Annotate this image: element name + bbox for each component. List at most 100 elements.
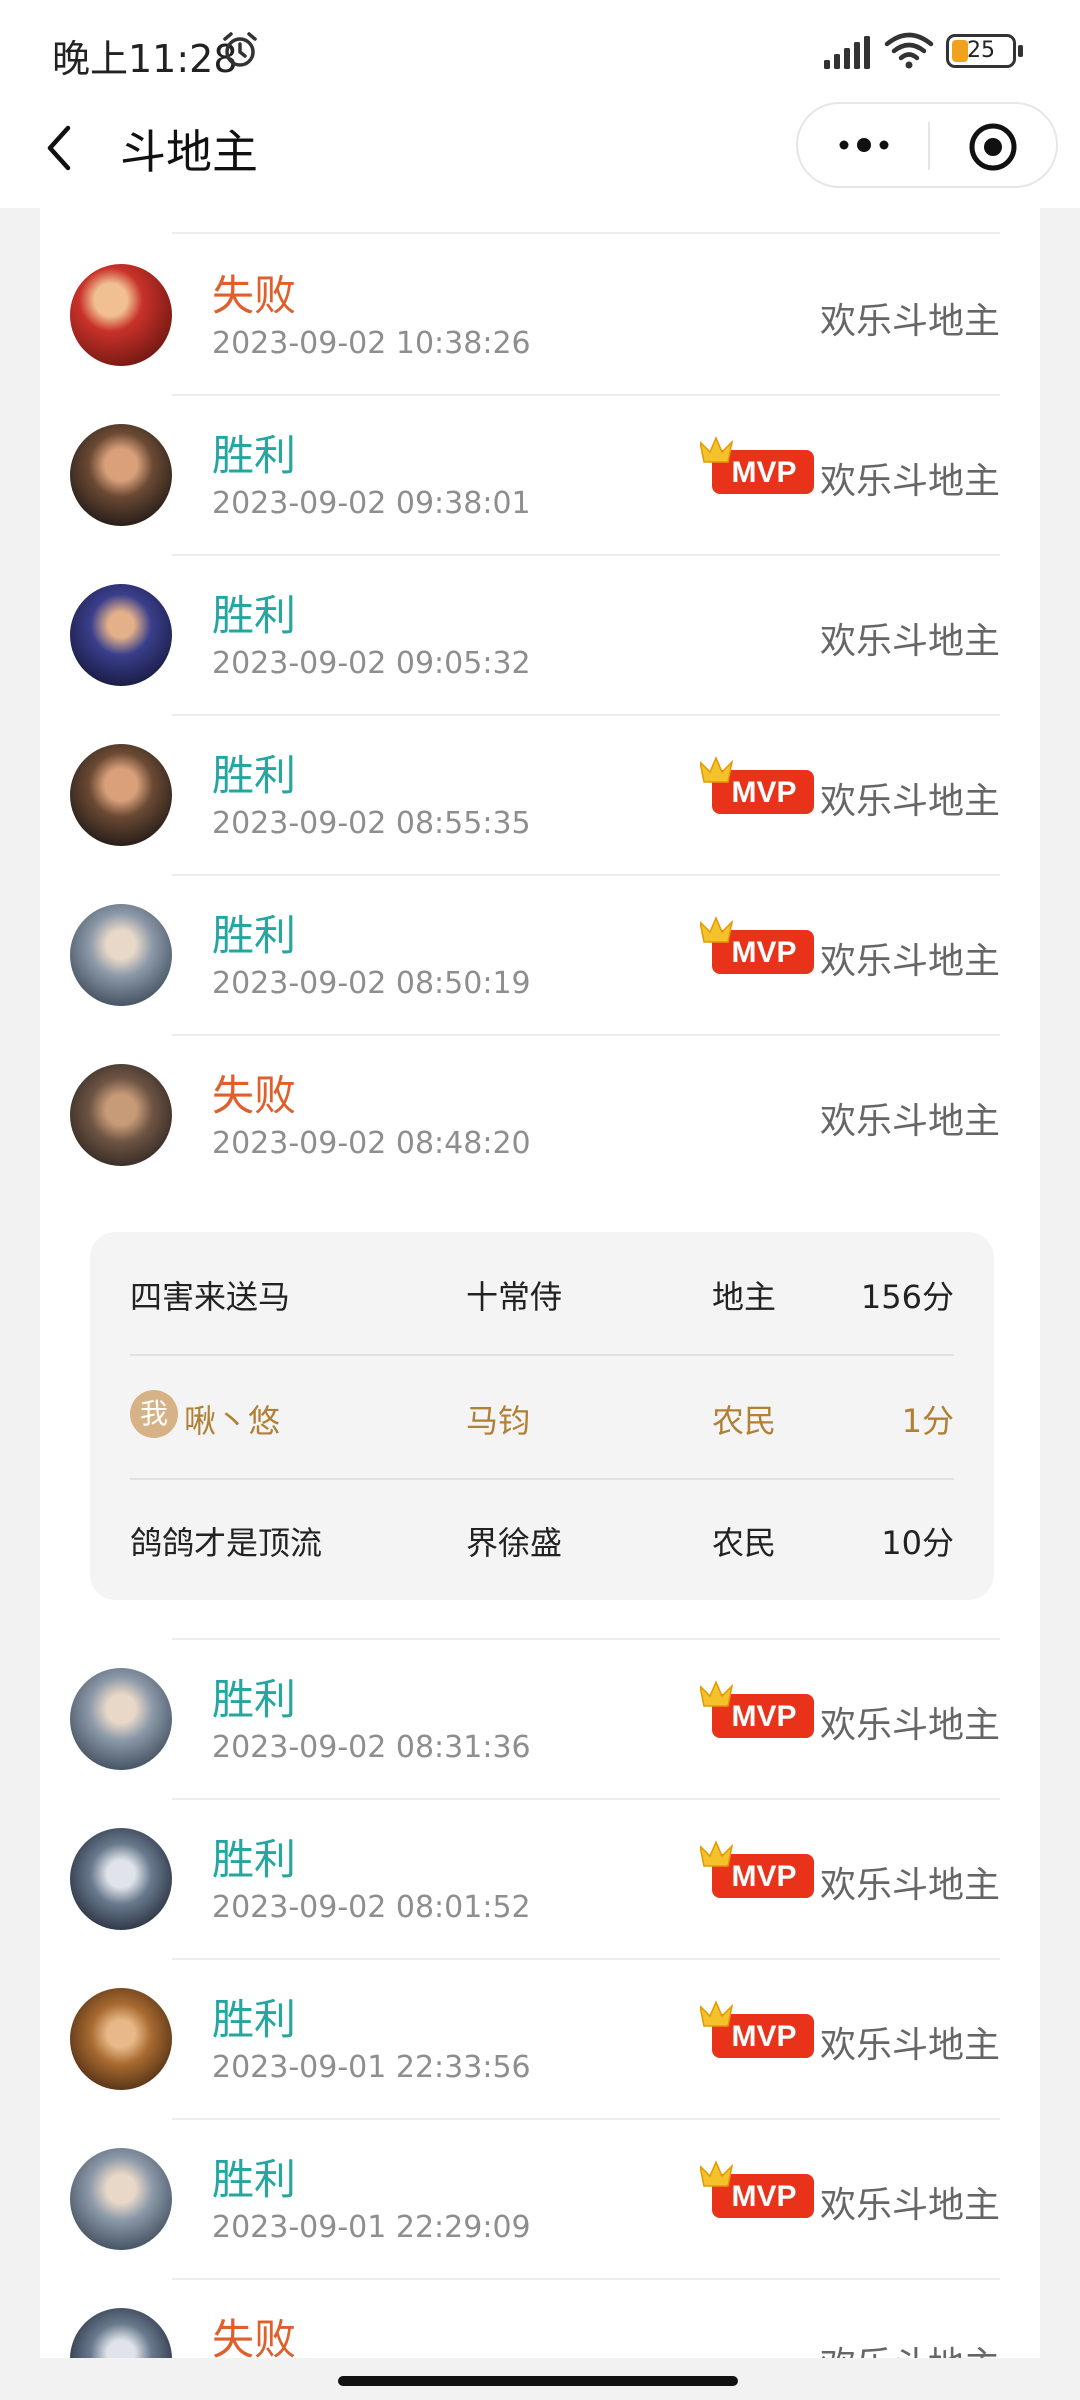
- row-divider: [172, 874, 1000, 876]
- close-miniprogram-icon[interactable]: [968, 122, 1018, 172]
- player-role: 农民: [712, 1402, 777, 1440]
- game-result: 胜利: [212, 1995, 297, 2044]
- mini-program-capsule: [796, 102, 1058, 188]
- avatar-silver-hero-icon: [70, 904, 172, 1006]
- more-options-icon[interactable]: [834, 130, 894, 160]
- mvp-label: MVP: [731, 1860, 796, 1893]
- mvp-label: MVP: [731, 456, 796, 489]
- mvp-badge-icon: MVP: [700, 1840, 814, 1898]
- game-mode: 欢乐斗地主: [819, 461, 1000, 502]
- row-divider: [172, 554, 1000, 556]
- battery-tip: [1018, 45, 1023, 57]
- row-divider: [172, 2278, 1000, 2280]
- mvp-badge-icon: MVP: [700, 436, 814, 494]
- back-arrow-icon[interactable]: [42, 122, 78, 174]
- wifi-icon: [884, 32, 934, 69]
- row-divider: [172, 1798, 1000, 1800]
- player-row: 鸽鸽才是顶流 界徐盛 农民 10分: [130, 1478, 954, 1600]
- game-time: 2023-09-02 09:05:32: [212, 646, 531, 681]
- mvp-label: MVP: [731, 776, 796, 809]
- game-record-list: 失败 2023-09-02 10:38:26 欢乐斗地主 胜利 2023-09-…: [40, 208, 1040, 2358]
- game-result: 胜利: [212, 1835, 297, 1884]
- row-divider: [172, 1638, 1000, 1640]
- game-record-row[interactable]: 胜利 2023-09-02 08:55:35 MVP 欢乐斗地主: [40, 714, 1040, 874]
- game-time: 2023-09-02 08:01:52: [212, 1890, 531, 1925]
- mvp-badge-icon: MVP: [700, 756, 814, 814]
- game-record-row[interactable]: 失败 2023-09-02 10:38:26 欢乐斗地主: [40, 234, 1040, 394]
- avatar-bearded-hero-icon: [70, 424, 172, 526]
- game-time: 2023-09-02 08:55:35: [212, 806, 531, 841]
- cellular-signal-icon: [824, 36, 870, 69]
- game-record-row[interactable]: 胜利 2023-09-02 09:05:32 欢乐斗地主: [40, 554, 1040, 714]
- player-name: 啾丶悠: [184, 1402, 281, 1440]
- game-result: 胜利: [212, 431, 297, 480]
- player-role: 农民: [712, 1524, 777, 1562]
- game-time: 2023-09-02 09:38:01: [212, 486, 531, 521]
- game-result: 失败: [212, 1071, 297, 1120]
- avatar-masked-hero-icon: [70, 1828, 172, 1930]
- game-time: 2023-09-02 08:31:36: [212, 1730, 531, 1765]
- row-divider: [172, 394, 1000, 396]
- game-time: 2023-09-02 08:48:20: [212, 1126, 531, 1161]
- battery-indicator: 25: [946, 34, 1016, 68]
- game-mode: 欢乐斗地主: [820, 2336, 1000, 2358]
- row-divider: [172, 1034, 1000, 1036]
- game-mode: 欢乐斗地主: [819, 1705, 1000, 1746]
- game-result: 胜利: [212, 1675, 297, 1724]
- title-bar: 斗地主: [0, 100, 1080, 208]
- player-name: 四害来送马: [130, 1278, 291, 1316]
- avatar-silver-hero-icon: [70, 2148, 172, 2250]
- game-mode: 欢乐斗地主: [819, 2025, 1000, 2066]
- player-name: 鸽鸽才是顶流: [130, 1524, 323, 1562]
- player-role: 地主: [712, 1278, 777, 1316]
- game-record-row[interactable]: 胜利 2023-09-02 08:01:52 MVP 欢乐斗地主: [40, 1798, 1040, 1958]
- game-record-row[interactable]: 胜利 2023-09-02 08:31:36 MVP 欢乐斗地主: [40, 1638, 1040, 1798]
- player-hero: 界徐盛: [466, 1524, 563, 1562]
- game-result: 失败: [212, 271, 297, 320]
- game-mode: 欢乐斗地主: [819, 2185, 1000, 2226]
- mvp-label: MVP: [731, 936, 796, 969]
- game-record-row[interactable]: 胜利 2023-09-01 22:33:56 MVP 欢乐斗地主: [40, 1958, 1040, 2118]
- capsule-divider: [928, 122, 930, 170]
- avatar-blue-hero-icon: [70, 584, 172, 686]
- avatar-red-hero-icon: [70, 264, 172, 366]
- alarm-clock-icon: [223, 32, 257, 67]
- avatar-bearded-hero-icon: [70, 744, 172, 846]
- mvp-badge-icon: MVP: [700, 2000, 814, 2058]
- avatar-golden-hero-icon: [70, 1988, 172, 2090]
- game-record-row[interactable]: 失败 2023-09-02 08:48:20 欢乐斗地主: [40, 1034, 1040, 1194]
- mvp-label: MVP: [731, 2020, 796, 2053]
- status-bar: 晚上11:28 25: [0, 0, 1080, 100]
- game-result: 胜利: [212, 751, 297, 800]
- game-record-row[interactable]: 胜利 2023-09-01 22:29:09 MVP 欢乐斗地主: [40, 2118, 1040, 2278]
- player-score: 10分: [881, 1524, 954, 1562]
- game-mode: 欢乐斗地主: [819, 781, 1000, 822]
- mvp-badge-icon: MVP: [700, 2160, 814, 2218]
- avatar-masked-hero-icon: [70, 2308, 172, 2358]
- player-score: 156分: [860, 1278, 954, 1316]
- mvp-label: MVP: [731, 1700, 796, 1733]
- game-mode: 欢乐斗地主: [819, 1865, 1000, 1906]
- game-result: 胜利: [212, 2155, 297, 2204]
- game-mode: 欢乐斗地主: [819, 1101, 1000, 1142]
- battery-fill: [952, 40, 968, 62]
- game-record-row[interactable]: 胜利 2023-09-02 08:50:19 MVP 欢乐斗地主: [40, 874, 1040, 1034]
- status-time: 晚上11:28: [52, 37, 238, 81]
- game-time: 2023-09-02 08:50:19: [212, 966, 531, 1001]
- player-hero: 马钧: [466, 1402, 531, 1440]
- player-row-self: 我 啾丶悠 马钧 农民 1分: [130, 1356, 954, 1478]
- page-title: 斗地主: [120, 125, 258, 179]
- battery-level: 25: [967, 38, 995, 63]
- game-time: 2023-09-01 22:29:09: [212, 2210, 531, 2245]
- home-indicator[interactable]: [338, 2376, 738, 2386]
- game-record-row[interactable]: 失败 欢乐斗地主: [40, 2278, 1040, 2358]
- game-mode: 欢乐斗地主: [819, 301, 1000, 342]
- game-result: 胜利: [212, 911, 297, 960]
- row-divider: [172, 714, 1000, 716]
- mvp-badge-icon: MVP: [700, 1680, 814, 1738]
- game-time: 2023-09-01 22:33:56: [212, 2050, 531, 2085]
- player-row: 四害来送马 十常侍 地主 156分: [130, 1232, 954, 1354]
- player-hero: 十常侍: [466, 1278, 563, 1316]
- game-result: 失败: [212, 2315, 297, 2358]
- game-record-row[interactable]: 胜利 2023-09-02 09:38:01 MVP 欢乐斗地主: [40, 394, 1040, 554]
